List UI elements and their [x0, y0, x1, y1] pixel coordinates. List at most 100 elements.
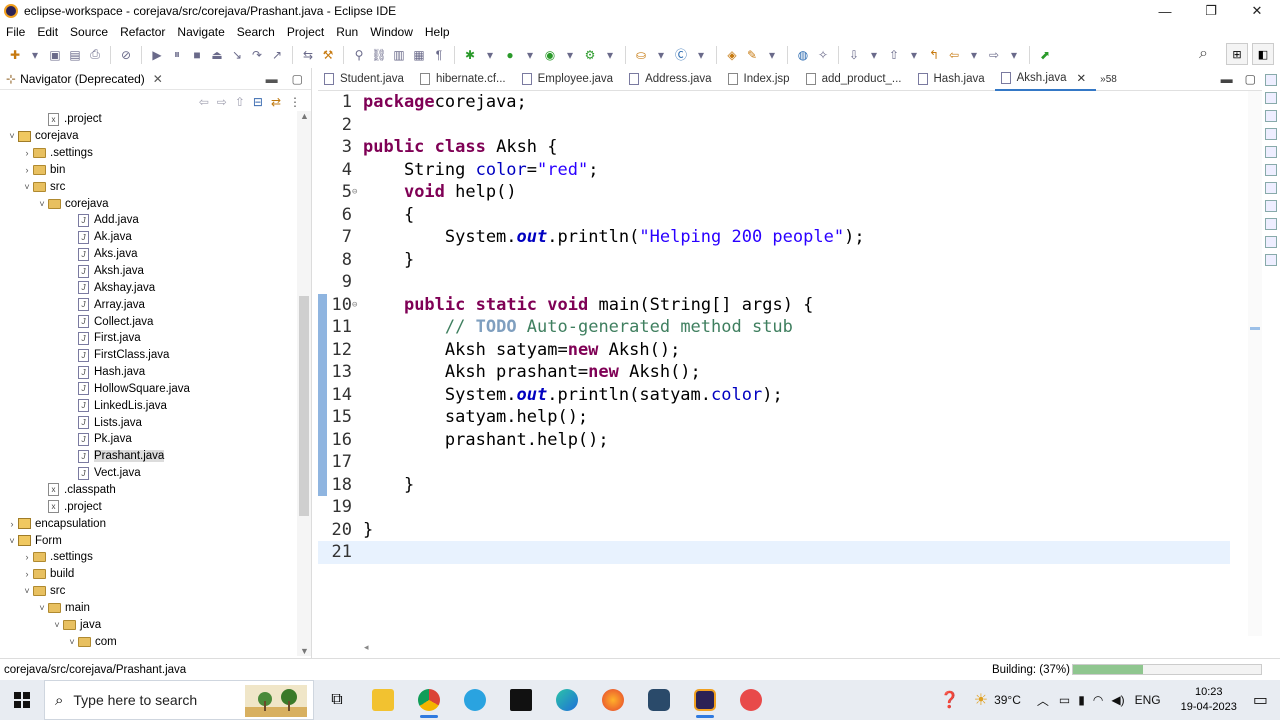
terminal-icon[interactable]	[1265, 236, 1277, 248]
minimize-button[interactable]: —	[1142, 0, 1188, 22]
chevron-down-icon[interactable]: ˅	[6, 131, 18, 141]
declaration-icon[interactable]	[1265, 146, 1277, 158]
forward-icon[interactable]: ⇨	[985, 46, 1003, 64]
start-button[interactable]	[0, 680, 44, 720]
close-button[interactable]: ✕	[1234, 0, 1280, 22]
close-icon[interactable]: ✕	[153, 72, 163, 86]
run-icon[interactable]: ●	[501, 46, 519, 64]
maximize-icon[interactable]: ▢	[292, 72, 303, 86]
code-line[interactable]: 13 Aksh prashant=new Aksh();	[318, 361, 1230, 384]
tree-item[interactable]: › .settings	[0, 549, 296, 566]
editor-tab[interactable]: Address.java	[623, 68, 721, 91]
tree-item[interactable]: J FirstClass.java	[0, 347, 296, 364]
debug-icon[interactable]: ✱	[461, 46, 479, 64]
dropdown-icon[interactable]: ▾	[905, 46, 923, 64]
tree-item[interactable]: J Collect.java	[0, 313, 296, 330]
code-line[interactable]: 10 ⊖ public static void main(String[] arg…	[318, 294, 1230, 317]
chevron-right-icon[interactable]: ›	[21, 569, 33, 579]
java-ee-icon[interactable]: ⚒	[319, 46, 337, 64]
tree-item[interactable]: J Pk.java	[0, 431, 296, 448]
close-tab-icon[interactable]: ✕	[1077, 71, 1087, 85]
terminate-icon[interactable]: ■	[188, 46, 206, 64]
tree-item[interactable]: J Akshay.java	[0, 279, 296, 296]
edge-icon[interactable]	[544, 680, 590, 720]
menu-file[interactable]: File	[0, 25, 31, 39]
overview-ruler[interactable]	[1248, 91, 1262, 636]
new-server-icon[interactable]: ⛀	[632, 46, 650, 64]
save-all-icon[interactable]: ▤	[66, 46, 84, 64]
eclipse-taskbar-icon[interactable]	[682, 680, 728, 720]
perspective-icon[interactable]: ⊞	[1226, 43, 1248, 65]
chevron-down-icon[interactable]: ˅	[21, 586, 33, 596]
editor-tab[interactable]: Hash.java	[912, 68, 995, 91]
problems-icon[interactable]	[1265, 110, 1277, 122]
chevron-right-icon[interactable]: ›	[6, 519, 18, 529]
dropdown-icon[interactable]: ▾	[652, 46, 670, 64]
code-area[interactable]: 1 packagecorejava; 2 3 public class Aksh {4 …	[318, 91, 1230, 564]
chevron-down-icon[interactable]: ˅	[66, 637, 78, 647]
suspend-icon[interactable]: ⏸	[168, 46, 186, 64]
tree-item[interactable]: › encapsulation	[0, 515, 296, 532]
tree-item[interactable]: J Hash.java	[0, 364, 296, 381]
back-icon[interactable]: ⇦	[199, 95, 209, 109]
menu-project[interactable]: Project	[281, 25, 330, 39]
dropdown-icon[interactable]: ▾	[521, 46, 539, 64]
dropdown-icon[interactable]: ▾	[763, 46, 781, 64]
maximize-icon[interactable]: ▢	[1245, 72, 1256, 86]
menu-refactor[interactable]: Refactor	[114, 25, 171, 39]
data-source-icon[interactable]	[1265, 200, 1277, 212]
prev-annotation-icon[interactable]: ⇧	[885, 46, 903, 64]
tree-item[interactable]: ˅ corejava	[0, 128, 296, 145]
task-list-icon[interactable]	[1265, 92, 1277, 104]
language-indicator[interactable]: ENG	[1135, 693, 1161, 707]
chevron-down-icon[interactable]: ˅	[36, 199, 48, 209]
code-line[interactable]: 16 prashant.help();	[318, 429, 1230, 452]
volume-icon[interactable]: ◀)	[1111, 693, 1124, 707]
dropdown-icon[interactable]: ▾	[965, 46, 983, 64]
tree-item[interactable]: J Prashant.java	[0, 448, 296, 465]
outline-icon[interactable]	[1265, 74, 1277, 86]
code-line[interactable]: 1 packagecorejava;	[318, 91, 1230, 114]
snippets-icon[interactable]	[1265, 218, 1277, 230]
firefox-icon[interactable]	[590, 680, 636, 720]
tree-item[interactable]: ˅ Form	[0, 532, 296, 549]
step-into-icon[interactable]: ↘	[228, 46, 246, 64]
open-type-icon[interactable]: ◈	[723, 46, 741, 64]
tree-item[interactable]: x .classpath	[0, 482, 296, 499]
help-icon[interactable]: ❓	[940, 690, 960, 710]
chevron-down-icon[interactable]: ˅	[51, 620, 63, 630]
menu-window[interactable]: Window	[364, 25, 419, 39]
tree-item[interactable]: J Aksh.java	[0, 263, 296, 280]
tree-item[interactable]: › bin	[0, 162, 296, 179]
minimize-icon[interactable]: ▬	[266, 72, 278, 86]
chevron-down-icon[interactable]: ˅	[6, 536, 18, 546]
chevron-right-icon[interactable]: ›	[21, 148, 33, 158]
editor-tab[interactable]: Student.java	[318, 68, 414, 91]
code-line[interactable]: 2	[318, 114, 1230, 137]
menu-navigate[interactable]: Navigate	[171, 25, 230, 39]
dropdown-icon[interactable]: ▾	[561, 46, 579, 64]
tree-item[interactable]: J Add.java	[0, 212, 296, 229]
editor-tab[interactable]: Index.jsp	[722, 68, 800, 91]
step-over-icon[interactable]: ↷	[248, 46, 266, 64]
tree-item[interactable]: › .settings	[0, 145, 296, 162]
battery-icon[interactable]: ▮	[1078, 693, 1085, 707]
tree-item[interactable]: ˅ com	[0, 633, 296, 650]
menu-edit[interactable]: Edit	[31, 25, 64, 39]
chrome-icon[interactable]	[406, 680, 452, 720]
properties-icon[interactable]	[1265, 254, 1277, 266]
tree-item[interactable]: ˅ java	[0, 616, 296, 633]
new-icon[interactable]: ✚	[6, 46, 24, 64]
code-line[interactable]: 17	[318, 451, 1230, 474]
dropdown-icon[interactable]: ▾	[601, 46, 619, 64]
search-icon[interactable]: ⌕	[1199, 45, 1208, 63]
chevron-down-icon[interactable]: ˅	[36, 603, 48, 613]
code-line[interactable]: 21	[318, 541, 1230, 564]
use-step-filters-icon[interactable]: ⇆	[299, 46, 317, 64]
dropdown-icon[interactable]: ▾	[865, 46, 883, 64]
collapse-all-icon[interactable]: ⊟	[253, 95, 263, 109]
skip-breakpoints-icon[interactable]: ⊘	[117, 46, 135, 64]
tree-item[interactable]: ˅ src	[0, 583, 296, 600]
up-icon[interactable]: ⇧	[235, 95, 245, 109]
code-line[interactable]: 3 public class Aksh {	[318, 136, 1230, 159]
